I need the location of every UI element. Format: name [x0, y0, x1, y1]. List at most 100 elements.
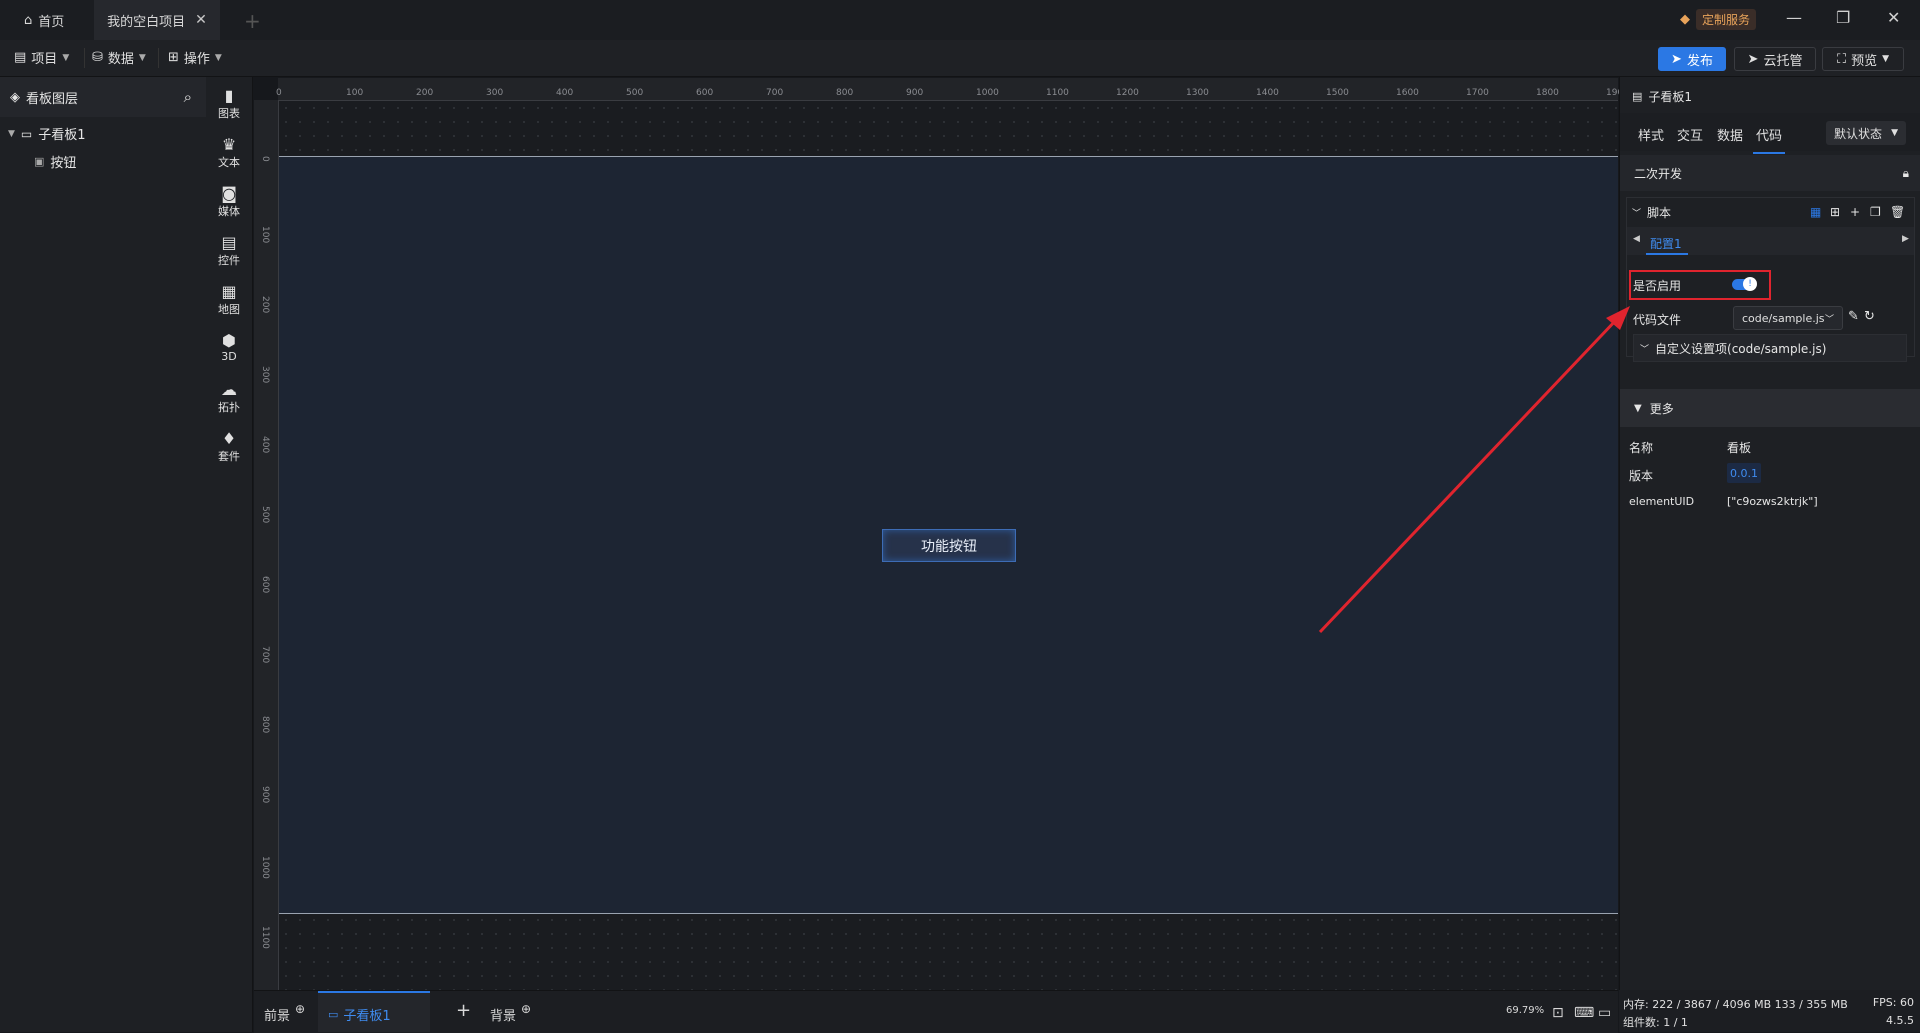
component-3[interactable]: ▤ 控件: [206, 234, 252, 268]
state-select-value: 默认状态: [1834, 126, 1883, 141]
tree-item-board[interactable]: ▼ ▭ 子看板1: [8, 124, 86, 144]
component-count: 组件数: 1 / 1: [1623, 1016, 1688, 1029]
arrow-line: [1318, 316, 1620, 634]
layout-icon[interactable]: ▦: [1810, 205, 1821, 219]
ruler-tick-label: 600: [696, 88, 714, 98]
home-icon: ⌂: [24, 12, 33, 28]
toolbar: ▤ 项目 ▼ ⛁ 数据 ▼ ⊞ 操作 ▼ ➤ 发布 ➤ 云托管 ⛶ 预览 ▼: [0, 40, 1920, 77]
vip-service[interactable]: ◆ 定制服务: [1680, 9, 1757, 30]
component-label: 图表: [218, 107, 240, 120]
component-label: 媒体: [218, 205, 240, 218]
function-button[interactable]: 功能按钮: [882, 529, 1016, 562]
ruler-tick-label: 1000: [260, 856, 270, 879]
next-arrow-icon[interactable]: ▶: [1902, 234, 1909, 244]
cloud-hosting-button[interactable]: ➤ 云托管: [1734, 47, 1816, 71]
tab-home[interactable]: ⌂ 首页: [0, 0, 92, 40]
add-board-button[interactable]: +: [456, 1000, 471, 1021]
diamond-icon: ◆: [1680, 12, 1690, 27]
tree-item-button[interactable]: ▣ 按钮: [34, 152, 76, 171]
code-file-value: code/sample.js: [1742, 311, 1825, 325]
component-icon: ♦: [221, 429, 237, 448]
component-icon: ◙: [221, 184, 237, 203]
add-circle-icon[interactable]: ⊕: [295, 1002, 305, 1016]
code-file-select[interactable]: code/sample.js ﹀: [1733, 306, 1843, 330]
component-4[interactable]: ▦ 地图: [206, 283, 252, 317]
keyboard-icon[interactable]: ⌨: [1574, 1005, 1594, 1021]
cloud-hosting-label: 云托管: [1763, 53, 1803, 69]
trash-icon[interactable]: 🗑︎: [1890, 205, 1905, 219]
chevron-down-icon: ﹀: [1632, 208, 1642, 219]
menu-operate-label: 操作: [183, 52, 210, 67]
restore-button[interactable]: ❐: [1836, 8, 1850, 27]
component-label: 控件: [218, 254, 240, 267]
caret-down-icon: ▼: [8, 128, 15, 139]
ruler-horizontal: 0 100 200 300 400 500 600 700 800 900 1000 1100 1200…: [276, 78, 1629, 101]
title-bar: ⌂ 首页 我的空白项目 ✕ + ◆ 定制服务 — ❐ ✕: [0, 0, 1920, 40]
table-icon[interactable]: ⊞: [1830, 205, 1840, 219]
grid-icon: ⊞: [168, 50, 179, 65]
close-window-button[interactable]: ✕: [1887, 8, 1900, 27]
copy-icon[interactable]: ❐: [1870, 205, 1881, 219]
send-icon: ➤: [1747, 51, 1759, 67]
custom-settings-label: 自定义设置项(code/sample.js): [1655, 341, 1827, 356]
component-label: 地图: [218, 303, 240, 316]
ruler-tick-label: 0: [260, 156, 270, 162]
menu-project[interactable]: ▤ 项目 ▼: [14, 48, 69, 67]
panel-header: ▤ 子看板1: [1620, 87, 1920, 105]
menu-data-label: 数据: [107, 52, 134, 67]
tab-board[interactable]: ▭ 子看板1: [328, 1005, 391, 1024]
ruler-tick-label: 600: [260, 576, 270, 594]
new-tab-button[interactable]: +: [244, 9, 261, 33]
tab-project[interactable]: 我的空白项目 ✕: [94, 0, 220, 40]
component-0[interactable]: ▮ 图表: [206, 87, 252, 121]
terminal-icon[interactable]: ▭: [1598, 1005, 1611, 1021]
chevron-down-icon: ▼: [1882, 54, 1890, 64]
component-2[interactable]: ◙ 媒体: [206, 185, 252, 219]
database-icon: ⛁: [92, 50, 103, 65]
fit-screen-icon[interactable]: ⊡: [1552, 1005, 1564, 1021]
state-select[interactable]: 默认状态 ▼: [1826, 121, 1906, 145]
component-label: 文本: [218, 156, 240, 169]
tab-data[interactable]: 数据: [1717, 125, 1743, 144]
ruler-tick-label: 900: [906, 88, 924, 98]
tab-foreground[interactable]: 前景 ⊕: [264, 1002, 305, 1025]
script-title: 脚本: [1647, 205, 1672, 220]
component-7[interactable]: ♦ 套件: [206, 430, 252, 464]
section-more[interactable]: ▼ 更多: [1620, 389, 1920, 427]
image-icon: ▣: [34, 155, 45, 168]
script-header[interactable]: ﹀ 脚本 ▦ ⊞ + ❐ 🗑︎: [1620, 197, 1920, 227]
lock-icon[interactable]: 🔒︎: [1903, 166, 1909, 181]
ruler-tick-label: 800: [260, 716, 270, 734]
memory-status: 内存: 222 / 3867 / 4096 MB 133 / 355 MB: [1623, 998, 1848, 1011]
component-1[interactable]: ♛ 文本: [206, 136, 252, 170]
ruler-tick-label: 700: [766, 88, 784, 98]
prev-arrow-icon[interactable]: ◀: [1633, 234, 1640, 244]
menu-data[interactable]: ⛁ 数据 ▼: [92, 48, 146, 67]
edit-icon[interactable]: ✎: [1848, 309, 1859, 324]
section-more-title: 更多: [1649, 401, 1674, 416]
monitor-icon: ▭: [20, 126, 33, 141]
tab-code[interactable]: 代码: [1752, 125, 1786, 154]
tab-style[interactable]: 样式: [1638, 125, 1664, 144]
search-icon[interactable]: ⌕: [184, 88, 192, 106]
component-icon: ⬢: [222, 331, 236, 350]
tab-interact[interactable]: 交互: [1677, 125, 1703, 144]
tab-config1[interactable]: 配置1: [1650, 235, 1682, 252]
custom-settings[interactable]: ﹀ 自定义设置项(code/sample.js): [1633, 334, 1907, 362]
component-5[interactable]: ⬢ 3D: [206, 331, 252, 364]
add-circle-icon[interactable]: ⊕: [521, 1002, 531, 1016]
chevron-down-icon: ▼: [138, 52, 146, 63]
component-label: 3D: [221, 350, 237, 363]
menu-operate[interactable]: ⊞ 操作 ▼: [168, 48, 222, 67]
refresh-icon[interactable]: ↻: [1864, 309, 1875, 324]
annotation-arrow: [1318, 306, 1630, 634]
layer-panel: ◈ 看板图层 ⌕ ▼ ▭ 子看板1 ▣ 按钮: [0, 77, 207, 1032]
tab-background[interactable]: 背景 ⊕: [490, 1002, 531, 1025]
close-tab-icon[interactable]: ✕: [195, 12, 207, 28]
property-panel: ▤ 子看板1 样式 交互 数据 代码 默认状态 ▼ 二次开发 🔒︎ ﹀ 脚本 ▦…: [1619, 77, 1920, 1032]
publish-button[interactable]: ➤ 发布: [1658, 47, 1726, 71]
preview-button[interactable]: ⛶ 预览 ▼: [1822, 47, 1904, 71]
minimize-button[interactable]: —: [1786, 8, 1802, 27]
component-6[interactable]: ☁ 拓扑: [206, 381, 252, 415]
plus-icon[interactable]: +: [1850, 205, 1860, 219]
